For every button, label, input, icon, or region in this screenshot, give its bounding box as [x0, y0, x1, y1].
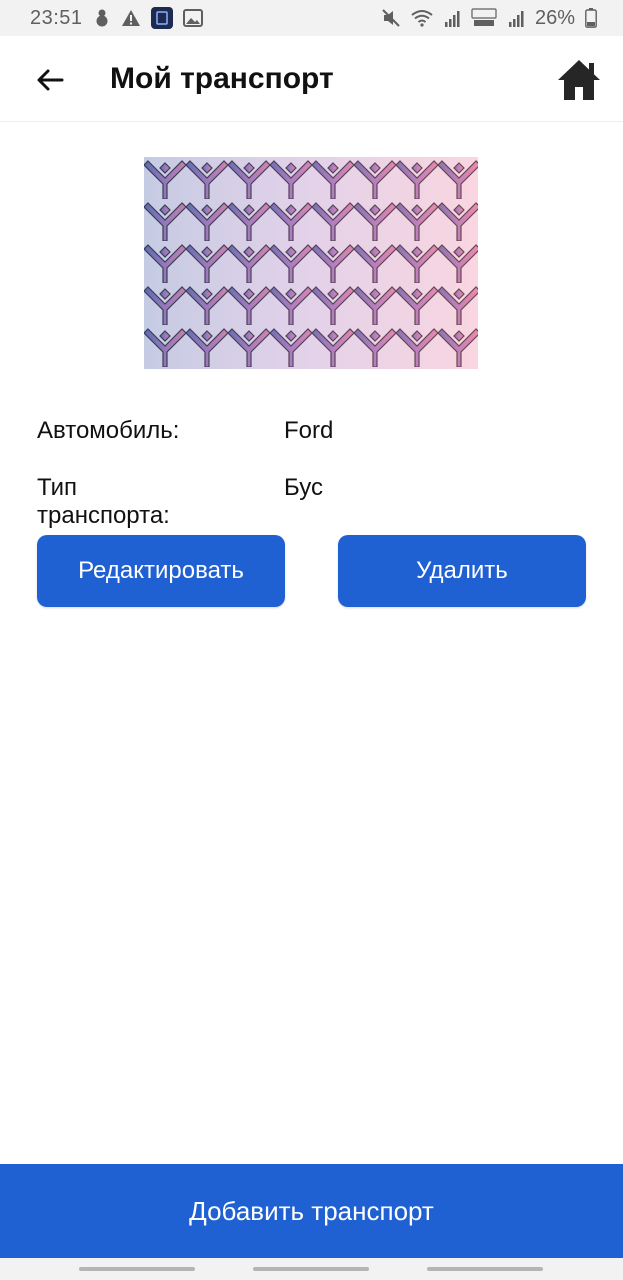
status-bar: 23:51 26% — [0, 0, 623, 36]
arrow-left-icon — [37, 69, 64, 91]
add-transport-button[interactable]: Добавить транспорт — [0, 1164, 623, 1258]
vehicle-image — [144, 157, 478, 369]
snowman-icon — [93, 8, 111, 28]
type-label: Тип транспорта: — [37, 474, 170, 529]
battery-icon — [585, 8, 597, 28]
battery-percent: 26% — [534, 6, 575, 29]
edit-button[interactable]: Редактировать — [37, 535, 285, 607]
warning-icon — [121, 9, 141, 27]
nav-pill-right[interactable] — [427, 1267, 543, 1271]
back-button[interactable] — [30, 60, 70, 100]
status-time: 23:51 — [30, 6, 83, 29]
mute-icon — [381, 8, 401, 28]
car-label: Автомобиль: — [37, 417, 180, 444]
car-value: Ford — [284, 417, 334, 444]
nav-pill-center[interactable] — [253, 1267, 369, 1271]
image-icon — [182, 9, 203, 27]
gesture-nav-bar — [0, 1258, 623, 1280]
home-icon — [558, 60, 600, 100]
wifi-icon — [411, 9, 433, 27]
delete-button[interactable]: Удалить — [338, 535, 586, 607]
home-button[interactable] — [556, 58, 602, 102]
app-bar: Мой транспорт — [0, 36, 623, 122]
status-bar-left: 23:51 — [30, 7, 203, 30]
app-notification-icon — [150, 7, 173, 29]
nav-pill-left[interactable] — [79, 1267, 195, 1271]
signal-r-icon — [443, 8, 461, 28]
page-title: Мой транспорт — [110, 62, 334, 95]
status-bar-right: 26% — [381, 7, 597, 30]
signal-icon — [507, 8, 525, 28]
volte-lte2-icon — [471, 8, 497, 28]
type-value: Бус — [284, 474, 323, 501]
